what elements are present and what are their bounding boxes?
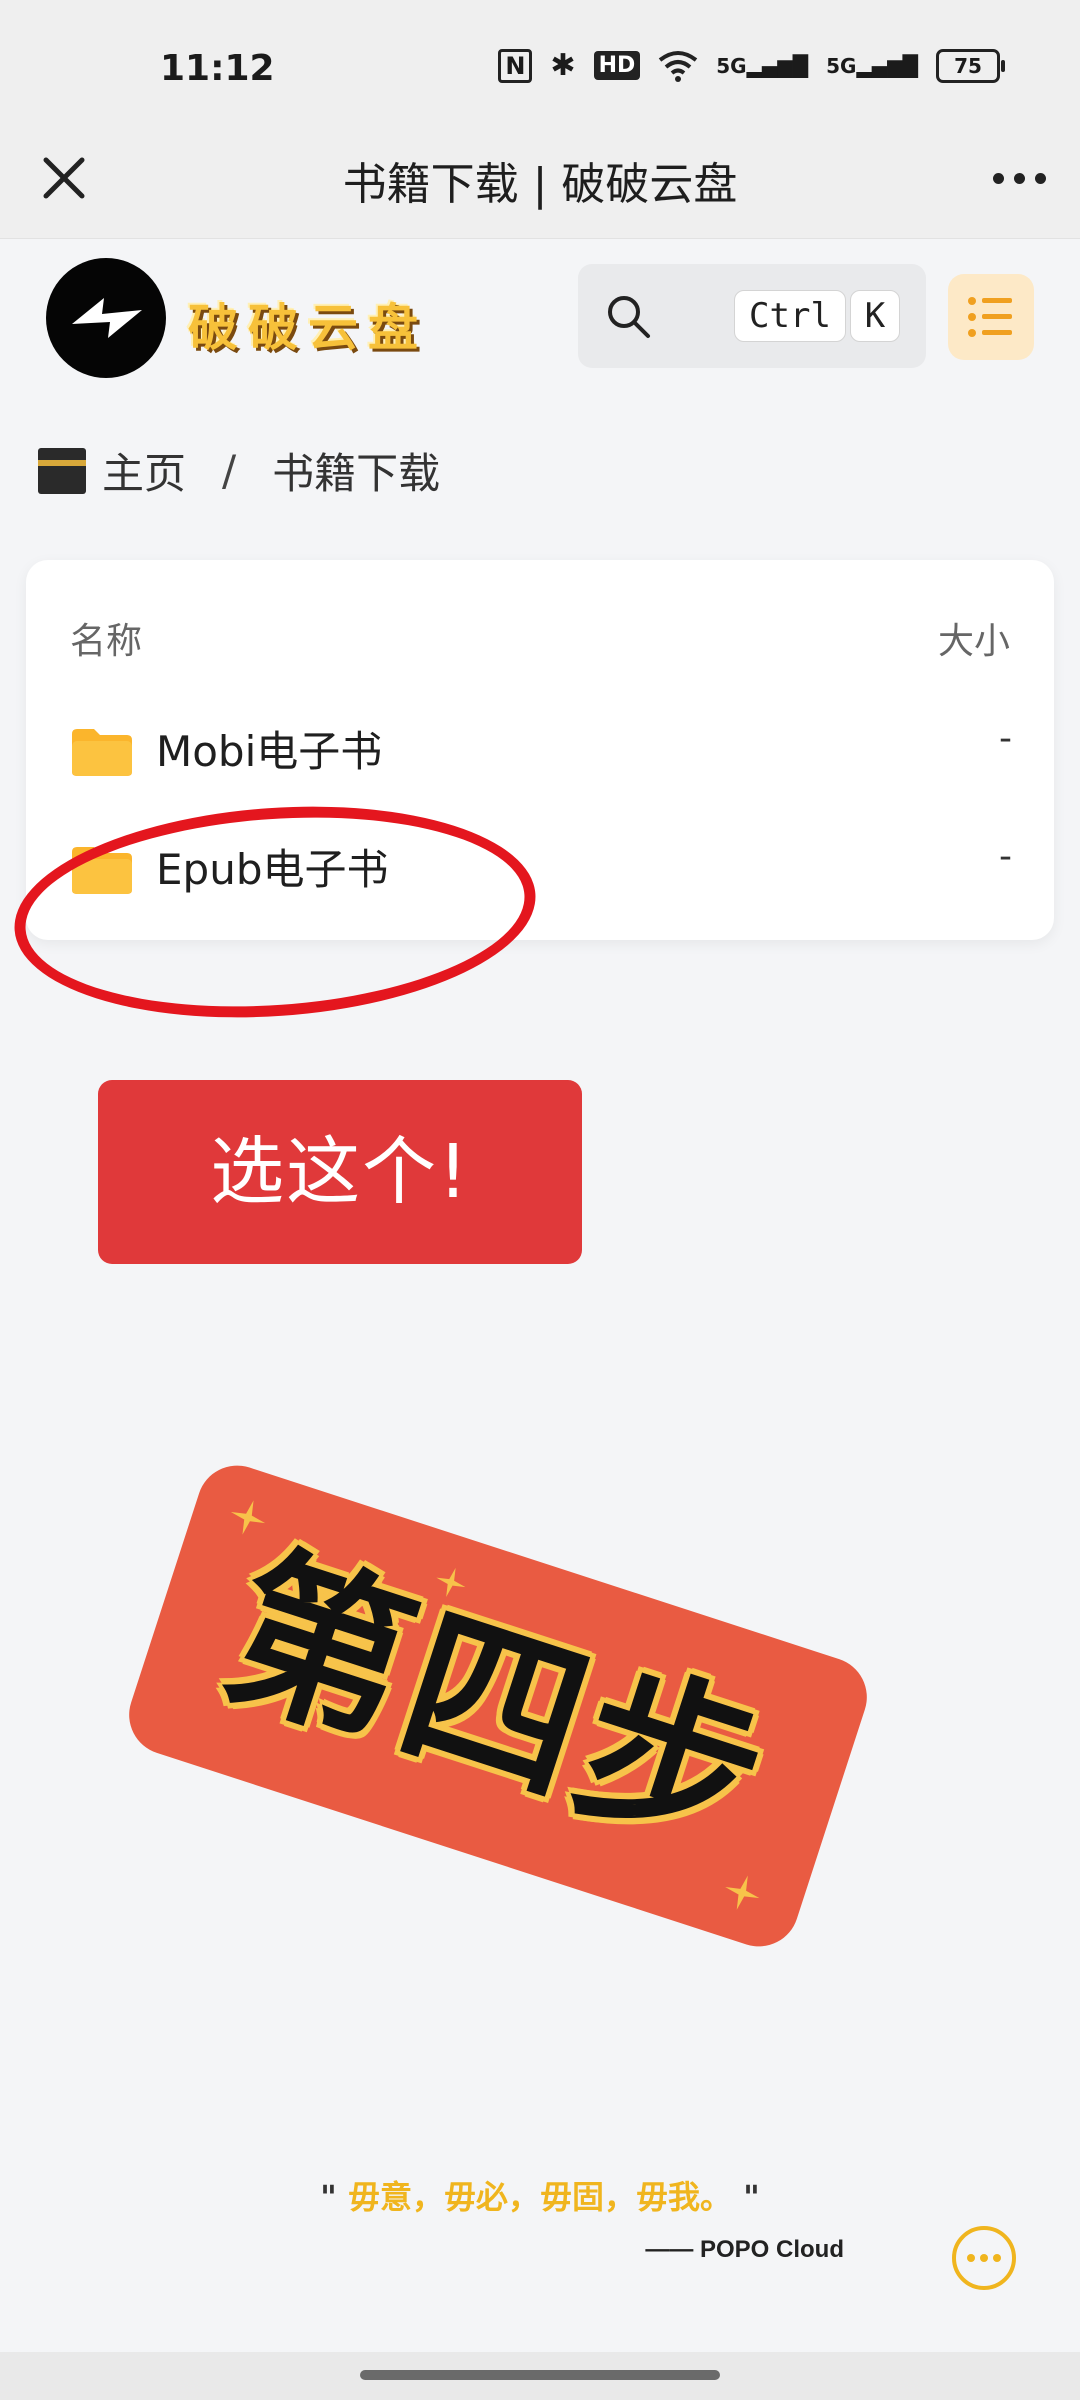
column-header-name[interactable]: 名称 <box>70 612 142 664</box>
signal-2-label: 5G <box>826 53 857 78</box>
home-indicator[interactable] <box>360 2370 720 2380</box>
breadcrumb-current: 书籍下载 <box>272 449 441 498</box>
signal-5g-icon: 5G▂▄▆█ <box>716 53 809 78</box>
column-header-size[interactable]: 大小 <box>938 612 1010 664</box>
page-title: 书籍下载 | 破破云盘 <box>342 159 738 210</box>
battery-icon: 75 <box>936 48 1005 83</box>
more-options-button[interactable] <box>984 150 1054 206</box>
signal-5g-icon-2: 5G▂▄▆█ <box>826 53 918 78</box>
signal-1-label: 5G <box>716 53 747 78</box>
step-sticker: 第四步 <box>118 1455 878 1957</box>
more-dot-icon <box>1013 172 1025 184</box>
select-this-label: 选这个! <box>98 1080 582 1264</box>
more-dot-icon <box>992 172 1004 184</box>
breadcrumb-home[interactable]: 主页 <box>102 440 186 501</box>
kaaba-icon <box>38 447 86 494</box>
breadcrumb: 主页 / 书籍下载 <box>38 440 440 501</box>
site-logo-text[interactable]: 破破云盘 <box>188 288 428 360</box>
quote-open: " <box>320 2178 337 2216</box>
quote-close: " <box>743 2178 760 2216</box>
quote-author: —— POPO Cloud <box>645 2236 844 2263</box>
dot-icon <box>967 2254 975 2262</box>
dot-icon <box>993 2254 1001 2262</box>
list-menu-icon <box>968 297 1012 337</box>
wifi-icon <box>659 50 698 82</box>
status-icons: N ✱ HD 5G▂▄▆█ 5G▂▄▆█ 75 <box>498 48 1005 83</box>
lightning-logo-icon <box>72 298 142 338</box>
file-name[interactable]: Mobi电子书 <box>156 718 382 779</box>
table-row[interactable]: Mobi电子书 - <box>26 696 1054 796</box>
shortcut-key-ctrl: Ctrl <box>734 290 846 342</box>
menu-button[interactable] <box>948 274 1034 360</box>
more-actions-button[interactable] <box>952 2226 1016 2290</box>
search-button[interactable]: Ctrl K <box>578 264 926 368</box>
shortcut-key-k: K <box>850 290 900 342</box>
more-dot-icon <box>1034 172 1046 184</box>
title-bar: 书籍下载 | 破破云盘 <box>0 120 1080 239</box>
footer-quote: " 毋意，毋必，毋固，毋我。 " <box>0 2172 1080 2218</box>
bluetooth-icon: ✱ <box>550 48 576 83</box>
folder-icon <box>72 729 132 776</box>
file-size: - <box>999 718 1012 759</box>
hd-icon: HD <box>593 51 641 80</box>
site-logo[interactable] <box>46 258 166 378</box>
nfc-icon: N <box>498 48 533 83</box>
breadcrumb-separator: / <box>222 446 237 495</box>
file-size: - <box>999 836 1012 877</box>
dot-icon <box>980 2254 988 2262</box>
search-icon <box>608 296 650 338</box>
status-time: 11:12 <box>160 48 275 89</box>
quote-text: 毋意，毋必，毋固，毋我。 <box>347 2178 732 2216</box>
status-bar: 11:12 N ✱ HD 5G▂▄▆█ 5G▂▄▆█ 75 <box>0 0 1080 140</box>
